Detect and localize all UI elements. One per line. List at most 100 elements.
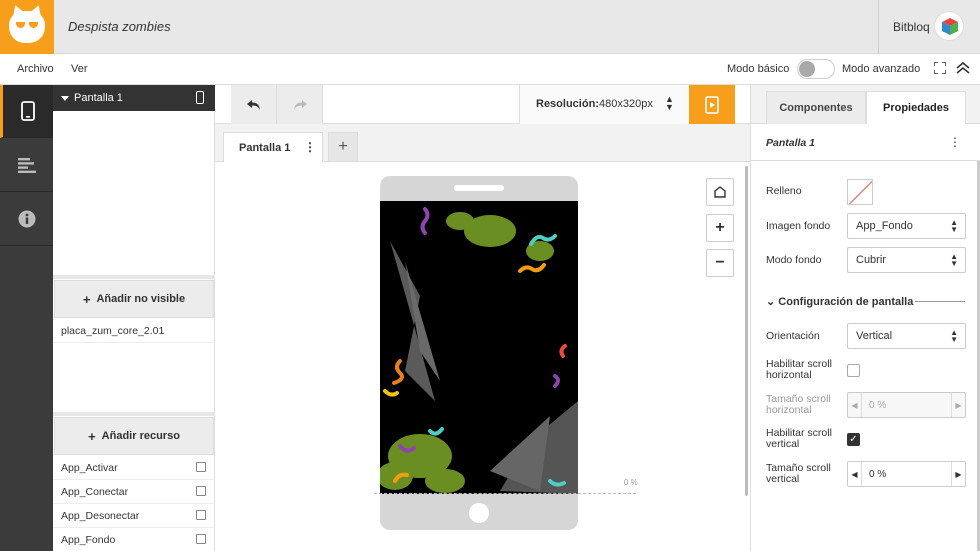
properties-panel: Componentes Propiedades Pantalla 1 ⋮ Rel… [750, 85, 980, 551]
tab-pantalla-1[interactable]: Pantalla 1 ⋮ [223, 132, 323, 162]
design-canvas: + − 0 % [215, 162, 750, 551]
editor-toolbar: Resolución: 480x320px ▲ ▼ [215, 85, 750, 124]
resize-handle[interactable] [53, 275, 215, 279]
resource-label: App_Activar [61, 462, 118, 474]
username[interactable]: Bitbloq [893, 20, 930, 34]
properties-header: Pantalla 1 ⋮ [751, 124, 980, 161]
image-icon [196, 510, 206, 520]
check-icon: ✓ [849, 434, 858, 445]
mode-basic-label: Modo básico [727, 63, 790, 75]
image-icon [196, 534, 206, 544]
left-rail [0, 85, 53, 551]
redo-button[interactable] [277, 85, 323, 124]
resolution-select[interactable]: Resolución: 480x320px ▲ ▼ [519, 85, 689, 124]
user-cube-icon [942, 18, 958, 35]
phone-home-button [469, 503, 489, 523]
orientation-select[interactable]: Vertical ▲ ▼ [847, 323, 966, 349]
add-screen-button[interactable]: + [328, 132, 358, 162]
bg-image-label: Imagen fondo [766, 220, 831, 232]
collapse-up-icon[interactable] [956, 62, 970, 74]
screen-item[interactable]: Pantalla 1 [53, 85, 215, 111]
hscroll-checkbox[interactable] [847, 364, 860, 377]
undo-button[interactable] [231, 85, 277, 124]
chevron-left-icon[interactable]: ◀ [848, 462, 862, 486]
image-icon [196, 462, 206, 472]
chevron-left-icon[interactable]: ◀ [848, 393, 862, 417]
more-vertical-icon[interactable]: ⋮ [949, 135, 961, 149]
chevron-down-icon[interactable] [61, 93, 69, 105]
fill-color-picker[interactable] [847, 179, 873, 205]
more-vertical-icon[interactable]: ⋮ [304, 140, 316, 154]
section-title: Configuración de pantalla [778, 296, 914, 308]
plus-icon: + [715, 219, 725, 236]
app-screen-preview[interactable] [380, 201, 578, 494]
mobile-icon [21, 101, 35, 121]
bg-mode-select[interactable]: Cubrir ▲ ▼ [847, 247, 966, 273]
screen-item-label: Pantalla 1 [74, 92, 123, 104]
avatar[interactable] [934, 11, 964, 41]
scroll-percent-label: 0 % [624, 478, 638, 487]
hscroll-size-label: Tamaño scroll horizontal [766, 393, 831, 416]
top-bar: Despista zombies Bitbloq [0, 0, 980, 54]
vscroll-size-value: 0 % [869, 469, 887, 480]
resource-item[interactable]: App_Desonectar [53, 504, 215, 528]
tab-label: Pantalla 1 [239, 142, 291, 154]
add-invisible-label: Añadir no visible [96, 293, 186, 305]
menu-bar: Archivo Ver Modo básico Modo avanzado [0, 54, 980, 85]
menu-ver[interactable]: Ver [71, 63, 88, 75]
mode-toggle[interactable] [797, 59, 835, 79]
vscroll-size-label: Tamaño scroll vertical [766, 462, 831, 485]
resource-item[interactable]: App_Fondo [53, 528, 215, 551]
fullscreen-icon[interactable] [934, 62, 946, 74]
hscroll-label: Habilitar scroll horizontal [766, 358, 832, 381]
updown-arrows-icon: ▲ ▼ [950, 328, 958, 344]
tab-properties[interactable]: Propiedades [866, 91, 966, 124]
bitbloq-logo[interactable] [0, 0, 54, 54]
resource-label: App_Fondo [61, 534, 116, 546]
bg-image-value: App_Fondo [856, 220, 913, 232]
resource-label: App_Desonectar [61, 510, 140, 522]
vscroll-checkbox[interactable]: ✓ [847, 433, 860, 446]
vscroll-size-stepper[interactable]: ◀ 0 % ▶ [847, 461, 966, 487]
run-app-button[interactable] [689, 85, 735, 124]
chevron-right-icon[interactable]: ▶ [951, 462, 965, 486]
canvas-scrollbar[interactable] [745, 166, 748, 496]
resolution-label: Resolución: [536, 98, 599, 110]
vscroll-label: Habilitar scroll vertical [766, 427, 832, 450]
resource-item[interactable]: App_Conectar [53, 480, 215, 504]
info-icon [18, 210, 35, 228]
zoom-out-button[interactable]: − [706, 249, 734, 277]
project-title[interactable]: Despista zombies [68, 19, 171, 34]
plus-icon: + [338, 138, 348, 155]
plus-icon: + [88, 428, 96, 444]
rail-info-button[interactable] [0, 193, 53, 246]
add-resource-button[interactable]: + Añadir recurso [54, 417, 214, 455]
run-mobile-icon [705, 95, 719, 114]
screen-tabs: Pantalla 1 ⋮ + [215, 124, 750, 162]
rail-mobile-button[interactable] [0, 85, 53, 138]
tab-components[interactable]: Componentes [766, 91, 866, 124]
components-list-icon [17, 158, 36, 173]
owl-logo-icon [9, 11, 45, 43]
divider [878, 0, 879, 54]
menu-archivo[interactable]: Archivo [17, 63, 54, 75]
resource-label: App_Conectar [61, 486, 129, 498]
resource-item[interactable]: App_Activar [53, 456, 215, 480]
add-resource-label: Añadir recurso [101, 430, 180, 442]
screen-config-section[interactable]: ⌄ Configuración de pantalla [766, 295, 913, 308]
bg-mode-label: Modo fondo [766, 254, 822, 266]
list-item[interactable]: placa_zum_core_2.01 [53, 319, 215, 343]
device-icon [196, 91, 204, 104]
screens-panel: Pantalla 1 + Añadir no visible placa_zum… [53, 85, 215, 551]
rail-components-button[interactable] [0, 139, 53, 192]
home-view-button[interactable] [706, 178, 734, 206]
zoom-in-button[interactable]: + [706, 214, 734, 242]
chevron-right-icon[interactable]: ▶ [951, 393, 965, 417]
hscroll-size-stepper[interactable]: ◀ 0 % ▶ [847, 392, 966, 418]
add-invisible-button[interactable]: + Añadir no visible [54, 280, 214, 318]
undo-icon [246, 99, 260, 110]
minus-icon: − [715, 254, 725, 271]
resize-handle[interactable] [53, 412, 215, 416]
bg-image-select[interactable]: App_Fondo ▲ ▼ [847, 213, 966, 239]
panel-tabs: Componentes Propiedades [751, 85, 980, 124]
